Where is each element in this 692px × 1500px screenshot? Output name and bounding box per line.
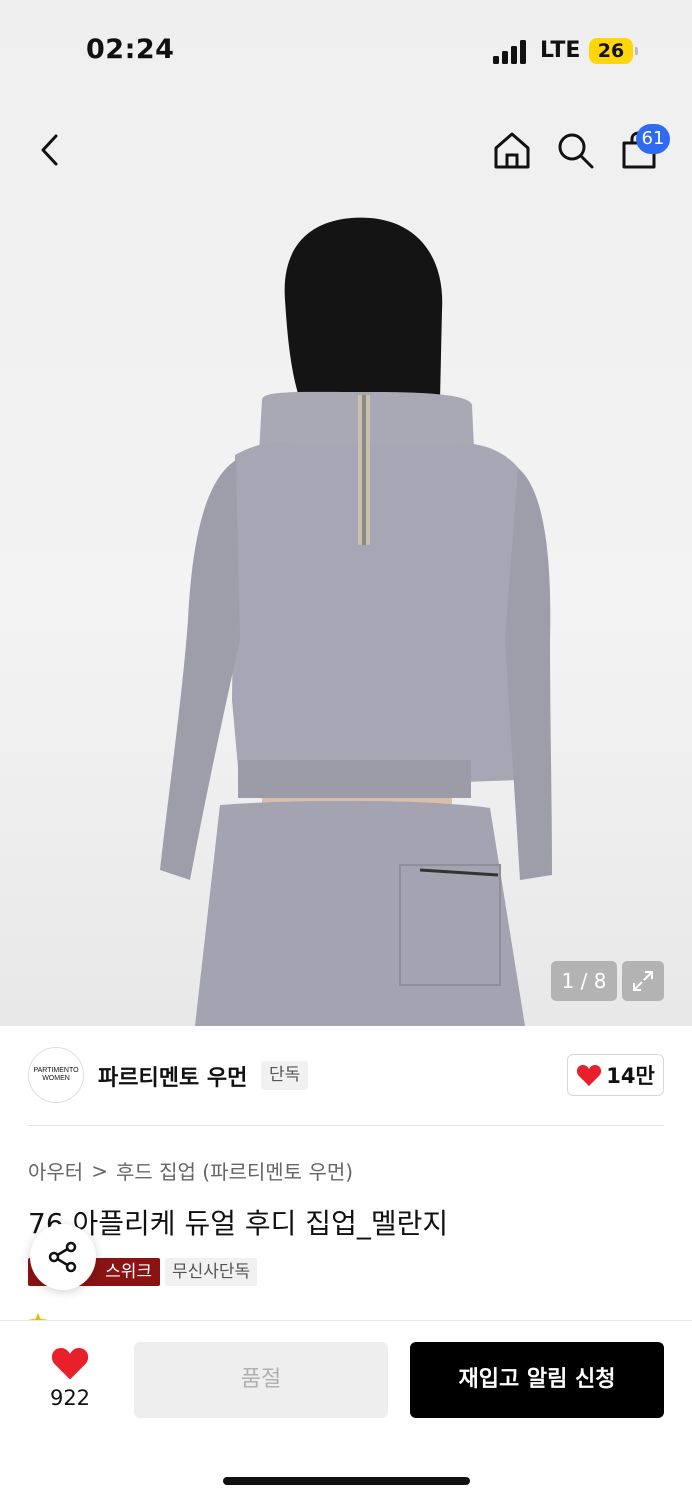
brand-like-count: 14만	[606, 1064, 655, 1088]
wishlist-count: 922	[49, 1386, 91, 1410]
breadcrumb: 아우터 > 후드 집업 (파르티멘토 우먼)	[28, 1156, 353, 1185]
battery-tip	[635, 47, 638, 55]
brand-logo[interactable]: PARTIMENTO WOMEN	[28, 1047, 84, 1103]
battery-icon: 26	[589, 38, 633, 64]
chevron-left-icon	[41, 134, 58, 166]
wishlist-button[interactable]	[50, 1345, 90, 1381]
brand-logo-line2: WOMEN	[42, 1075, 70, 1082]
restock-alert-button[interactable]: 재입고 알림 신청	[410, 1342, 664, 1418]
back-button[interactable]	[28, 128, 72, 172]
share-button[interactable]	[30, 1224, 96, 1290]
musinsa-exclusive-tag: 무신사단독	[165, 1258, 258, 1286]
exclusive-tag: 단독	[261, 1061, 309, 1090]
status-time: 02:24	[86, 34, 175, 65]
breadcrumb-subcategory[interactable]: 후드 집업 (파르티멘토 우먼)	[116, 1156, 353, 1185]
breadcrumb-separator: >	[91, 1158, 108, 1183]
signal-icon	[493, 40, 527, 64]
product-title: 76 아플리케 듀얼 후디 집업_멜란지	[28, 1207, 449, 1240]
cart-count-badge: 61	[636, 124, 670, 154]
brand-name[interactable]: 파르티멘토 우먼	[98, 1060, 247, 1092]
home-icon	[494, 132, 530, 169]
soldout-button[interactable]: 품절	[134, 1342, 388, 1418]
heart-icon	[51, 1348, 89, 1380]
image-counter: 1 / 8	[551, 961, 617, 1001]
search-button[interactable]	[553, 128, 597, 172]
status-bar: 02:24 LTE 26	[0, 0, 692, 100]
divider	[28, 1125, 664, 1126]
home-indicator	[223, 1477, 470, 1485]
brand-logo-line1: PARTIMENTO	[33, 1067, 79, 1074]
heart-icon	[577, 1065, 602, 1086]
brand-like-button[interactable]: 14만	[567, 1054, 664, 1096]
search-icon	[558, 133, 594, 169]
expand-button[interactable]	[622, 961, 664, 1001]
share-icon	[48, 1241, 77, 1273]
network-type: LTE	[540, 38, 581, 63]
expand-icon	[633, 971, 653, 991]
home-button[interactable]	[490, 128, 534, 172]
breadcrumb-category[interactable]: 아우터	[28, 1156, 83, 1185]
